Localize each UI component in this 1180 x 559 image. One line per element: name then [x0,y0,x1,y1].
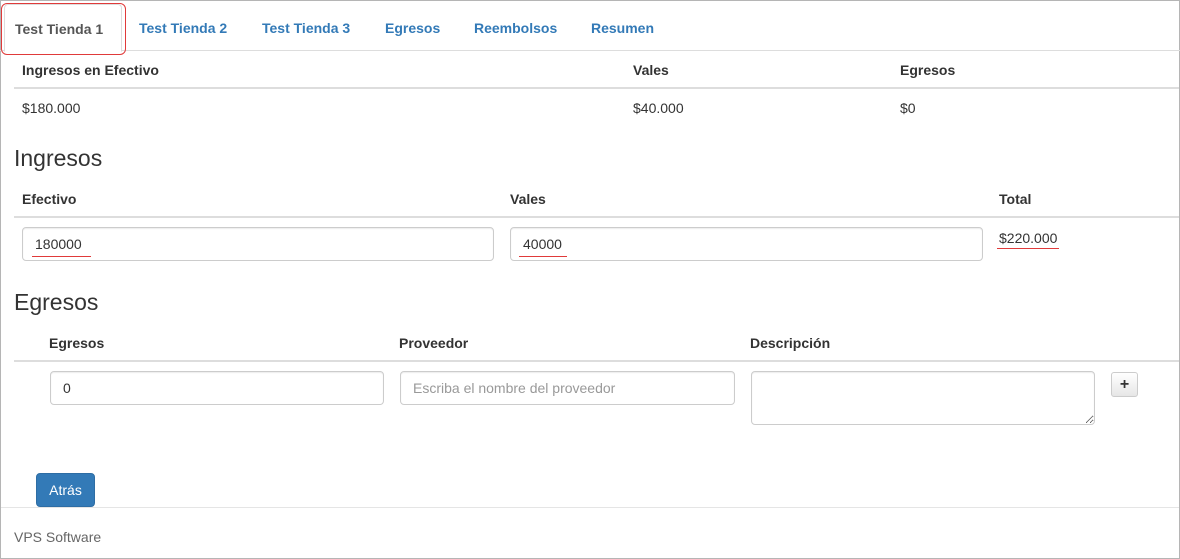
summary-header-egresos: Egresos [900,62,956,78]
footer-text: VPS Software [14,529,102,545]
vales-input[interactable] [510,227,983,261]
ingresos-total-value: $220.000 [999,230,1058,246]
ingresos-header-efectivo: Efectivo [22,191,77,207]
egresos-amount-input[interactable] [50,371,384,405]
summary-value-vales: $40.000 [633,100,684,116]
tab-test-tienda-1[interactable]: Test Tienda 1 [4,4,122,52]
descripcion-textarea[interactable] [751,371,1095,425]
ingresos-header-divider [14,216,1179,218]
plus-icon: + [1119,375,1130,393]
egresos-header-proveedor: Proveedor [399,335,469,351]
footer-divider [1,507,1179,508]
window-frame [0,0,1180,559]
tab-test-tienda-2[interactable]: Test Tienda 2 [139,20,227,36]
back-button[interactable]: Atrás [36,473,95,507]
tab-bar: Test Tienda 1 Test Tienda 2 Test Tienda … [0,0,1180,52]
total-spellcheck-underline [997,248,1059,249]
efectivo-spellcheck-underline [32,256,91,257]
egresos-header-divider [14,360,1179,362]
ingresos-heading: Ingresos [14,145,103,171]
egresos-heading: Egresos [14,289,99,315]
summary-header-vales: Vales [633,62,669,78]
tab-reembolsos[interactable]: Reembolsos [474,20,557,36]
summary-header-divider [14,87,1179,89]
proveedor-input[interactable] [400,371,735,405]
egresos-header-egresos: Egresos [49,335,105,351]
add-egreso-button[interactable]: + [1111,372,1138,397]
ingresos-header-total: Total [999,191,1032,207]
vales-spellcheck-underline [519,256,567,257]
summary-value-ingresos-efectivo: $180.000 [22,100,81,116]
efectivo-input[interactable] [22,227,494,261]
summary-value-egresos: $0 [900,100,916,116]
tab-test-tienda-3[interactable]: Test Tienda 3 [262,20,350,36]
ingresos-header-vales: Vales [510,191,546,207]
tab-resumen[interactable]: Resumen [591,20,654,36]
summary-header-ingresos-efectivo: Ingresos en Efectivo [22,62,159,78]
egresos-header-descripcion: Descripción [750,335,831,351]
tab-egresos[interactable]: Egresos [385,20,440,36]
